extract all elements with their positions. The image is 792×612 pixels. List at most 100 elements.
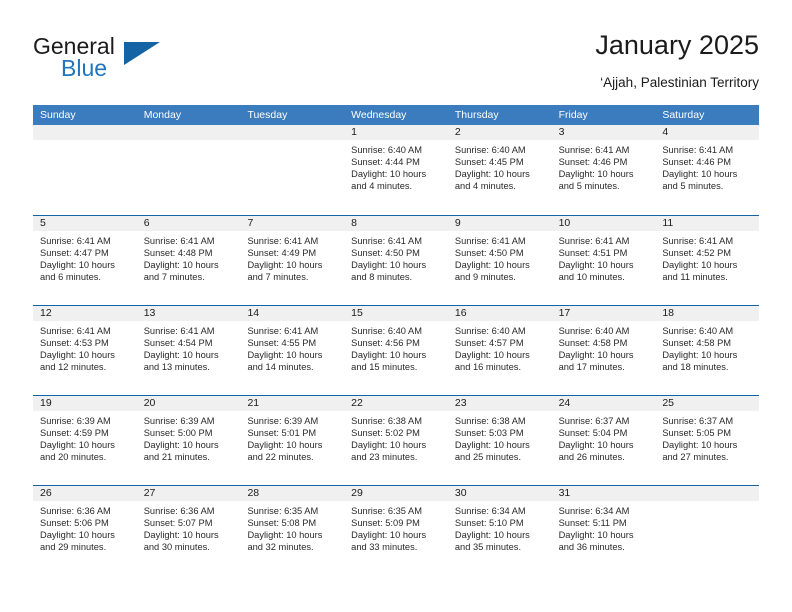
- day-cell[interactable]: 20 Sunrise: 6:39 AM Sunset: 5:00 PM Dayligh…: [136, 396, 241, 485]
- day-cell[interactable]: 14 Sunrise: 6:41 AM Sunset: 4:55 PM Dayligh…: [240, 306, 345, 395]
- daylight-text: Daylight: 10 hours and 36 minutes.: [558, 530, 634, 553]
- daylight-text: Daylight: 10 hours and 4 minutes.: [454, 169, 530, 192]
- sunset-text: Sunset: 5:09 PM: [351, 518, 420, 529]
- day-sun-info: Sunrise: 6:36 AM Sunset: 5:06 PM Daylight:…: [33, 501, 137, 553]
- day-number: 7: [240, 216, 345, 231]
- day-cell[interactable]: 21 Sunrise: 6:39 AM Sunset: 5:01 PM Dayligh…: [240, 396, 345, 485]
- day-cell[interactable]: 5 Sunrise: 6:41 AM Sunset: 4:47 PM Daylight…: [33, 216, 137, 305]
- daylight-text: Daylight: 10 hours and 13 minutes.: [143, 350, 219, 373]
- day-cell-empty: [33, 125, 137, 215]
- sunset-text: Sunset: 4:59 PM: [40, 428, 109, 439]
- sunrise-text: Sunrise: 6:38 AM: [351, 416, 422, 426]
- day-number: 11: [655, 216, 760, 231]
- sunrise-text: Sunrise: 6:41 AM: [662, 145, 734, 155]
- day-number: [136, 125, 241, 140]
- day-cell[interactable]: 11 Sunrise: 6:41 AM Sunset: 4:52 PM Dayligh…: [655, 216, 760, 305]
- sunrise-text: Sunrise: 6:40 AM: [351, 326, 422, 336]
- day-cell[interactable]: 28 Sunrise: 6:35 AM Sunset: 5:08 PM Dayligh…: [240, 486, 345, 575]
- sunrise-text: Sunrise: 6:37 AM: [662, 416, 734, 426]
- daylight-text: Daylight: 10 hours and 10 minutes.: [558, 260, 634, 283]
- day-cell[interactable]: 31 Sunrise: 6:34 AM Sunset: 5:11 PM Dayligh…: [551, 486, 656, 575]
- sunset-text: Sunset: 4:46 PM: [662, 157, 732, 168]
- day-sun-info: Sunrise: 6:40 AM Sunset: 4:58 PM Daylight:…: [552, 321, 656, 373]
- day-sun-info: Sunrise: 6:41 AM Sunset: 4:54 PM Daylight:…: [137, 321, 241, 373]
- day-cell[interactable]: 7 Sunrise: 6:41 AM Sunset: 4:49 PM Daylight…: [240, 216, 345, 305]
- day-cell[interactable]: 27 Sunrise: 6:36 AM Sunset: 5:07 PM Dayligh…: [136, 486, 241, 575]
- generalblue-logo: General Blue: [33, 33, 163, 88]
- daylight-text: Daylight: 10 hours and 29 minutes.: [40, 530, 115, 553]
- day-cell[interactable]: 15 Sunrise: 6:40 AM Sunset: 4:56 PM Dayligh…: [344, 306, 448, 395]
- day-cell[interactable]: 16 Sunrise: 6:40 AM Sunset: 4:57 PM Dayligh…: [447, 306, 552, 395]
- weekday-header-tuesday: Tuesday: [247, 109, 288, 121]
- day-cell[interactable]: 9 Sunrise: 6:41 AM Sunset: 4:50 PM Daylight…: [447, 216, 552, 305]
- day-cell[interactable]: 17 Sunrise: 6:40 AM Sunset: 4:58 PM Dayligh…: [551, 306, 656, 395]
- daylight-text: Daylight: 10 hours and 25 minutes.: [454, 440, 530, 463]
- day-sun-info: Sunrise: 6:40 AM Sunset: 4:44 PM Daylight:…: [344, 140, 448, 192]
- sunrise-text: Sunrise: 6:40 AM: [454, 145, 526, 155]
- day-number: 17: [551, 306, 656, 321]
- sunrise-text: Sunrise: 6:39 AM: [247, 416, 319, 426]
- day-sun-info: Sunrise: 6:41 AM Sunset: 4:52 PM Daylight:…: [655, 231, 759, 283]
- sunset-text: Sunset: 4:53 PM: [40, 338, 109, 349]
- day-cell[interactable]: 2 Sunrise: 6:40 AM Sunset: 4:45 PM Daylight…: [447, 125, 552, 215]
- weekday-header-row: Sunday Monday Tuesday Wednesday Thursday Frid…: [33, 105, 759, 125]
- day-cell[interactable]: 29 Sunrise: 6:35 AM Sunset: 5:09 PM Dayligh…: [344, 486, 448, 575]
- day-cell[interactable]: 8 Sunrise: 6:41 AM Sunset: 4:50 PM Daylight…: [344, 216, 448, 305]
- day-sun-info: Sunrise: 6:40 AM Sunset: 4:57 PM Daylight:…: [448, 321, 552, 373]
- sunrise-text: Sunrise: 6:36 AM: [143, 506, 215, 516]
- day-sun-info: Sunrise: 6:41 AM Sunset: 4:49 PM Daylight:…: [240, 231, 344, 283]
- day-cell-empty: [136, 125, 241, 215]
- sunset-text: Sunset: 4:50 PM: [351, 248, 420, 259]
- day-sun-info: Sunrise: 6:41 AM Sunset: 4:47 PM Daylight:…: [33, 231, 137, 283]
- day-cell[interactable]: 18 Sunrise: 6:40 AM Sunset: 4:58 PM Dayligh…: [655, 306, 760, 395]
- sunrise-text: Sunrise: 6:41 AM: [662, 236, 734, 246]
- page-header: General Blue January 2025 ‘Ajjah, Palest…: [33, 28, 759, 98]
- day-number: [240, 125, 345, 140]
- day-number: 28: [240, 486, 345, 501]
- day-cell[interactable]: 13 Sunrise: 6:41 AM Sunset: 4:54 PM Dayligh…: [136, 306, 241, 395]
- day-cell[interactable]: 6 Sunrise: 6:41 AM Sunset: 4:48 PM Daylight…: [136, 216, 241, 305]
- sunrise-text: Sunrise: 6:40 AM: [454, 326, 526, 336]
- day-cell[interactable]: 12 Sunrise: 6:41 AM Sunset: 4:53 PM Dayligh…: [33, 306, 137, 395]
- day-number: 25: [655, 396, 760, 411]
- day-cell[interactable]: 23 Sunrise: 6:38 AM Sunset: 5:03 PM Dayligh…: [447, 396, 552, 485]
- day-cell[interactable]: 10 Sunrise: 6:41 AM Sunset: 4:51 PM Dayligh…: [551, 216, 656, 305]
- calendar-week-row: 26 Sunrise: 6:36 AM Sunset: 5:06 PM Dayligh…: [33, 485, 760, 575]
- day-cell[interactable]: 26 Sunrise: 6:36 AM Sunset: 5:06 PM Dayligh…: [33, 486, 137, 575]
- sunrise-text: Sunrise: 6:41 AM: [558, 236, 630, 246]
- sunrise-text: Sunrise: 6:40 AM: [558, 326, 630, 336]
- day-cell[interactable]: 30 Sunrise: 6:34 AM Sunset: 5:10 PM Dayligh…: [447, 486, 552, 575]
- sunrise-text: Sunrise: 6:34 AM: [558, 506, 630, 516]
- day-cell[interactable]: 24 Sunrise: 6:37 AM Sunset: 5:04 PM Dayligh…: [551, 396, 656, 485]
- day-number: 4: [655, 125, 760, 140]
- day-cell[interactable]: 19 Sunrise: 6:39 AM Sunset: 4:59 PM Dayligh…: [33, 396, 137, 485]
- day-sun-info: Sunrise: 6:41 AM Sunset: 4:55 PM Daylight:…: [240, 321, 344, 373]
- day-cell[interactable]: 3 Sunrise: 6:41 AM Sunset: 4:46 PM Daylight…: [551, 125, 656, 215]
- day-number: 29: [344, 486, 448, 501]
- day-number: 24: [551, 396, 656, 411]
- sunset-text: Sunset: 4:44 PM: [351, 157, 420, 168]
- calendar-page: General Blue January 2025 ‘Ajjah, Palest…: [0, 0, 792, 612]
- day-sun-info: Sunrise: 6:41 AM Sunset: 4:46 PM Daylight:…: [655, 140, 759, 192]
- sunrise-text: Sunrise: 6:36 AM: [40, 506, 111, 516]
- day-sun-info: Sunrise: 6:40 AM Sunset: 4:45 PM Daylight:…: [448, 140, 552, 192]
- day-cell[interactable]: 1 Sunrise: 6:40 AM Sunset: 4:44 PM Daylight…: [344, 125, 448, 215]
- day-cell-empty: [655, 486, 760, 575]
- day-cell[interactable]: 25 Sunrise: 6:37 AM Sunset: 5:05 PM Dayligh…: [655, 396, 760, 485]
- sunrise-text: Sunrise: 6:41 AM: [40, 236, 111, 246]
- day-cell[interactable]: 22 Sunrise: 6:38 AM Sunset: 5:02 PM Dayligh…: [344, 396, 448, 485]
- sunrise-text: Sunrise: 6:34 AM: [454, 506, 526, 516]
- calendar-week-row: 5 Sunrise: 6:41 AM Sunset: 4:47 PM Daylight…: [33, 215, 760, 305]
- daylight-text: Daylight: 10 hours and 5 minutes.: [662, 169, 738, 192]
- calendar-week-row: 19 Sunrise: 6:39 AM Sunset: 4:59 PM Dayligh…: [33, 395, 760, 485]
- day-number: 8: [344, 216, 448, 231]
- day-number: [655, 486, 760, 501]
- day-cell[interactable]: 4 Sunrise: 6:41 AM Sunset: 4:46 PM Daylight…: [655, 125, 760, 215]
- sunset-text: Sunset: 4:47 PM: [40, 248, 109, 259]
- weekday-header-monday: Monday: [143, 109, 182, 121]
- day-number: 22: [344, 396, 448, 411]
- sunrise-text: Sunrise: 6:35 AM: [247, 506, 319, 516]
- day-number: 15: [344, 306, 448, 321]
- day-sun-info: Sunrise: 6:41 AM Sunset: 4:50 PM Daylight:…: [344, 231, 448, 283]
- daylight-text: Daylight: 10 hours and 11 minutes.: [662, 260, 738, 283]
